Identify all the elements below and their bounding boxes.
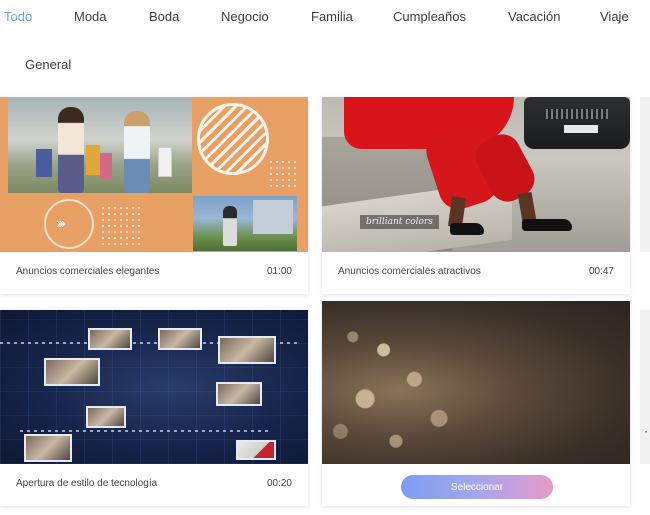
car-image <box>524 97 630 149</box>
card-caption: Apertura de estilo de tecnología 00:20 <box>0 464 308 506</box>
template-card[interactable]: Seleccionar <box>322 301 630 506</box>
template-thumbnail: ››› <box>0 97 308 252</box>
card-duration: 00:20 <box>266 478 292 489</box>
card-caption: Anuncios comerciales atractivos 00:47 <box>322 252 630 294</box>
card-caption: Seleccionar <box>322 464 630 506</box>
circle-decoration <box>44 199 94 249</box>
tab-general[interactable]: General <box>25 57 71 72</box>
template-thumbnail <box>0 310 308 464</box>
card-title: Anuncios comerciales atractivos <box>338 266 481 277</box>
select-button[interactable]: Seleccionar <box>401 475 553 499</box>
card-title: Anuncios comerciales elegantes <box>16 266 160 277</box>
template-thumbnail: brilliant colors <box>322 97 630 252</box>
card-duration: 00:47 <box>588 266 614 277</box>
template-card[interactable]: ››› Anuncios comerciales elegantes 01:00 <box>0 97 308 294</box>
template-card[interactable]: brilliant colors Anuncios comerciales at… <box>322 97 630 294</box>
template-thumbnail <box>322 301 630 464</box>
card-caption: Anuncios comerciales elegantes 01:00 <box>0 252 308 294</box>
tab-todo[interactable]: Todo <box>4 9 32 24</box>
thumbnail-overlay-text: brilliant colors <box>360 215 439 229</box>
template-card[interactable]: Apertura de estilo de tecnología 00:20 <box>0 310 308 506</box>
chevrons-icon: ››› <box>56 215 66 232</box>
bokeh-image <box>322 301 630 464</box>
scroll-indicator: · <box>644 424 648 438</box>
tab-cumpleanos[interactable]: Cumpleaños <box>393 9 466 24</box>
tab-negocio[interactable]: Negocio <box>221 9 269 24</box>
tab-moda[interactable]: Moda <box>74 9 107 24</box>
category-tabs: Todo Moda Boda Negocio Familia Cumpleaño… <box>0 0 650 90</box>
partial-card <box>640 97 650 252</box>
tab-boda[interactable]: Boda <box>149 9 179 24</box>
card-duration: 01:00 <box>266 266 292 277</box>
card-title: Apertura de estilo de tecnología <box>16 478 158 489</box>
shopping-photo <box>8 97 192 193</box>
partial-card <box>640 310 650 464</box>
tab-familia[interactable]: Familia <box>311 9 353 24</box>
street-photo <box>193 196 297 251</box>
striped-circle-decoration <box>197 103 269 175</box>
tab-vacacion[interactable]: Vacación <box>508 9 561 24</box>
tab-viaje[interactable]: Viaje <box>600 9 629 24</box>
